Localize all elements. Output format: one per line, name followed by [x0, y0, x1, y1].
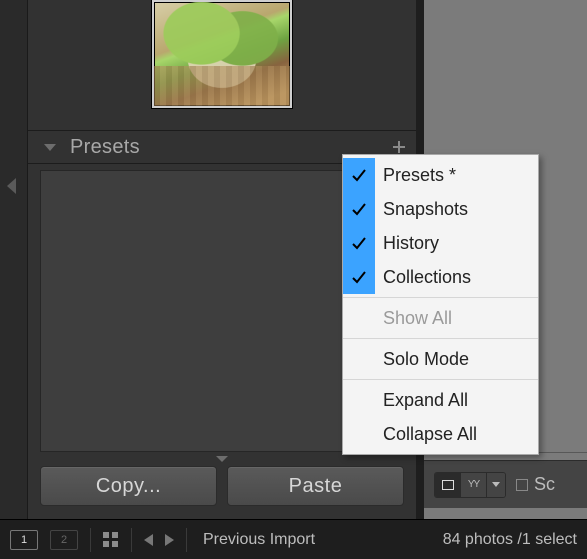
photo-count-label: 84 photos /1 select [443, 531, 577, 549]
view-mode-segmented[interactable]: YY [434, 472, 506, 498]
panel-title: Presets [70, 136, 140, 159]
checkmark-icon [343, 226, 375, 260]
menu-item-snapshots[interactable]: Snapshots [343, 192, 538, 226]
divider [186, 528, 187, 552]
menu-item-label: Show All [383, 308, 452, 329]
checkmark-icon [343, 192, 375, 226]
nav-forward-icon[interactable] [165, 534, 174, 546]
checkmark-icon [343, 158, 375, 192]
divider [90, 528, 91, 552]
monitor-2-button[interactable]: 2 [50, 530, 78, 550]
filmstrip-bar: 1 2 Previous Import 84 photos /1 select [0, 519, 587, 559]
menu-item-collapse-all[interactable]: Collapse All [343, 417, 538, 451]
disclosure-triangle-icon[interactable] [44, 144, 56, 151]
menu-item-solo-mode[interactable]: Solo Mode [343, 342, 538, 376]
navigator-thumbnail[interactable] [152, 0, 292, 108]
menu-item-label: Expand All [383, 390, 468, 411]
source-label[interactable]: Previous Import [203, 531, 315, 549]
left-edge-collapse-strip[interactable] [0, 0, 28, 519]
menu-item-label: Solo Mode [383, 349, 469, 370]
menu-separator [343, 338, 538, 339]
expand-left-panel-icon[interactable] [7, 178, 16, 194]
paste-button[interactable]: Paste [227, 466, 404, 506]
settings-buttons-row: Copy... Paste [28, 466, 416, 506]
panel-context-menu: Presets * Snapshots History Collections … [342, 154, 539, 455]
nav-back-icon[interactable] [144, 534, 153, 546]
menu-item-label: Collections [383, 267, 471, 288]
divider [131, 528, 132, 552]
menu-separator [343, 379, 538, 380]
add-preset-icon[interactable] [392, 140, 406, 154]
menu-item-history[interactable]: History [343, 226, 538, 260]
toolbar-checkbox-label: Sc [534, 474, 555, 495]
checkmark-icon [343, 260, 375, 294]
menu-item-expand-all[interactable]: Expand All [343, 383, 538, 417]
monitor-1-button[interactable]: 1 [10, 530, 38, 550]
view-mode-compare-icon[interactable]: YY [461, 473, 487, 497]
view-mode-dropdown-icon[interactable] [487, 473, 505, 497]
loupe-toolbar: YY Sc [424, 460, 587, 508]
grid-view-icon[interactable] [103, 532, 119, 548]
menu-item-collections[interactable]: Collections [343, 260, 538, 294]
toolbar-checkbox-item[interactable]: Sc [516, 474, 555, 495]
menu-item-presets[interactable]: Presets * [343, 158, 538, 192]
copy-button[interactable]: Copy... [40, 466, 217, 506]
menu-item-label: History [383, 233, 439, 254]
view-mode-single-icon[interactable] [435, 473, 461, 497]
menu-item-label: Snapshots [383, 199, 468, 220]
menu-item-label: Presets * [383, 165, 456, 186]
menu-item-show-all: Show All [343, 301, 538, 335]
checkbox-icon[interactable] [516, 479, 528, 491]
navigator-thumbnail-area [28, 0, 416, 120]
menu-item-label: Collapse All [383, 424, 477, 445]
menu-separator [343, 297, 538, 298]
